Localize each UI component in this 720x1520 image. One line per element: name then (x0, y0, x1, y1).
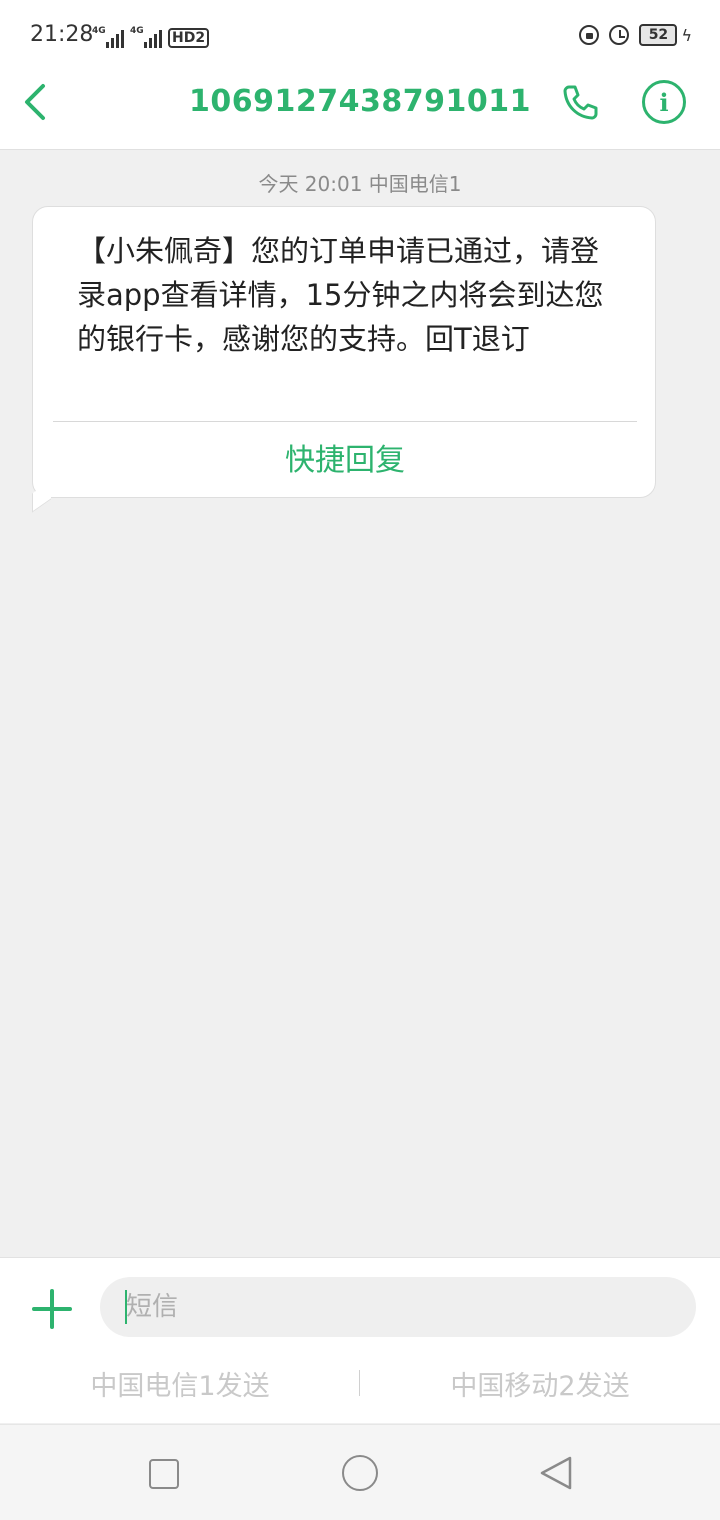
home-button[interactable] (342, 1455, 378, 1491)
text-cursor (125, 1290, 127, 1324)
quick-reply-button[interactable]: 快捷回复 (33, 435, 657, 479)
signal-indicators: 4G 4G HD2 (92, 22, 210, 48)
bubble-divider (53, 421, 637, 422)
signal-2-icon: 4G (130, 26, 162, 48)
battery-level: 52 (648, 27, 669, 43)
message-bubble[interactable]: 【小朱佩奇】您的订单申请已通过，请登录app查看详情，15分钟之内将会到达您的银… (32, 206, 656, 498)
network-type-1: 4G (92, 26, 106, 36)
status-right-icons: 52 ϟ (579, 24, 692, 46)
phone-icon (563, 85, 598, 120)
recent-apps-button[interactable] (149, 1459, 179, 1489)
add-attachment-button[interactable] (30, 1288, 74, 1332)
info-button[interactable]: i (642, 80, 686, 124)
message-text: 【小朱佩奇】您的订单申请已通过，请登录app查看详情，15分钟之内将会到达您的银… (77, 234, 604, 356)
sms-input[interactable] (100, 1277, 696, 1337)
message-composer: 中国电信1发送 中国移动2发送 (0, 1257, 720, 1423)
network-type-2: 4G (130, 26, 144, 36)
plus-icon-vertical (50, 1289, 54, 1329)
chevron-left-icon (25, 84, 45, 120)
contact-number: 1069127438791011 (189, 84, 531, 119)
nav-back-button[interactable] (538, 1455, 574, 1491)
status-time: 21:28 (30, 22, 94, 47)
charging-icon: ϟ (681, 25, 692, 45)
signal-1-icon: 4G (92, 26, 124, 48)
send-options: 中国电信1发送 中国移动2发送 (0, 1364, 720, 1404)
send-sim1-button[interactable]: 中国电信1发送 (0, 1364, 360, 1403)
call-button[interactable] (558, 80, 602, 124)
status-bar: 21:28 4G 4G HD2 52 ϟ (0, 0, 720, 72)
message-timestamp: 今天 20:01 中国电信1 (258, 172, 462, 196)
system-nav-bar (0, 1424, 720, 1520)
rotation-lock-icon (579, 25, 600, 45)
hd-voice-badge: HD2 (168, 28, 210, 48)
battery-icon: 52 (639, 24, 678, 46)
send-sim2-button[interactable]: 中国移动2发送 (360, 1364, 720, 1403)
alarm-clock-icon (609, 25, 630, 45)
triangle-back-icon (540, 1456, 572, 1490)
back-button[interactable] (14, 80, 58, 124)
conversation-header: 1069127438791011 i (0, 72, 720, 150)
info-icon: i (659, 87, 669, 117)
